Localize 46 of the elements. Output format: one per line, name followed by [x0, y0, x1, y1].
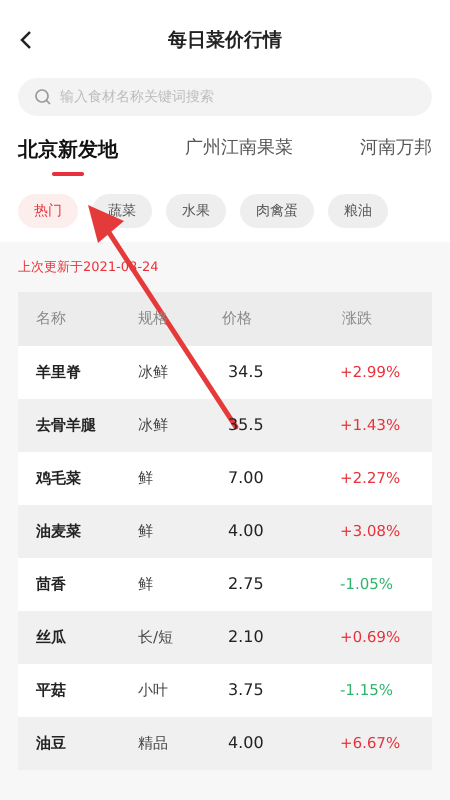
- table-cell: 2.10: [228, 627, 264, 646]
- table-cell-text: +3.08%: [339, 520, 402, 542]
- table-cell-text: 羊里脊: [35, 362, 82, 383]
- table-cell-text: 小叶: [138, 680, 169, 701]
- table-cell-text: 鲜: [138, 574, 154, 595]
- table-cell-text: 鲜: [138, 520, 154, 542]
- table-cell-text: +1.43%: [339, 414, 402, 436]
- table-cell-text: 油麦菜: [35, 520, 82, 542]
- table-cell: 4.00: [228, 521, 264, 540]
- table-cell-text: 去骨羊腿: [35, 414, 97, 436]
- table-cell-text: 精品: [138, 732, 169, 754]
- table-cell: 34.5: [228, 362, 264, 381]
- search-field[interactable]: 输入食材名称关键词搜索: [18, 78, 432, 116]
- table-cell-text: -1.15%: [339, 680, 394, 701]
- search-icon: [34, 88, 52, 106]
- table-cell: 3.75: [228, 680, 264, 699]
- table-cell-text: 长/短: [138, 626, 174, 648]
- table-cell-text: 油豆: [35, 732, 67, 754]
- table-cell-text: +2.27%: [339, 468, 402, 489]
- category-chip[interactable]: 粮油: [328, 194, 388, 228]
- back-icon[interactable]: [20, 30, 32, 50]
- table-cell-text: 丝瓜: [35, 626, 67, 648]
- category-chip[interactable]: 水果: [166, 194, 226, 228]
- table-cell-text: +2.99%: [339, 362, 402, 383]
- table-cell-text: +6.67%: [339, 732, 402, 754]
- market-tab[interactable]: 河南万邦: [360, 134, 432, 173]
- category-chip[interactable]: 热门: [18, 194, 78, 228]
- table-cell-text: 茴香: [35, 574, 67, 595]
- market-tab[interactable]: 广州江南果菜: [185, 134, 293, 173]
- table-cell-text: 鸡毛菜: [34, 468, 82, 489]
- table-cell-text: +0.69%: [339, 626, 402, 648]
- column-header: 涨跌: [342, 309, 372, 328]
- category-chip[interactable]: 肉禽蛋: [240, 194, 314, 228]
- table-cell-text: 冰鲜: [138, 414, 169, 436]
- table-cell-text: 鲜: [138, 468, 154, 489]
- table-cell: 4.00: [228, 733, 264, 752]
- page-title: 每日菜价行情: [168, 28, 282, 53]
- table-cell-text: -1.05%: [339, 574, 394, 595]
- table-cell-text: 平菇: [35, 680, 67, 701]
- table-cell: 7.00: [228, 468, 264, 487]
- search-input[interactable]: 输入食材名称关键词搜索: [60, 86, 416, 108]
- table-cell: 2.75: [228, 574, 264, 593]
- table-cell-text: 冰鲜: [138, 362, 169, 383]
- market-tab[interactable]: 北京新发地: [18, 134, 118, 176]
- column-header: 价格: [222, 309, 252, 328]
- column-header: 名称: [36, 309, 66, 328]
